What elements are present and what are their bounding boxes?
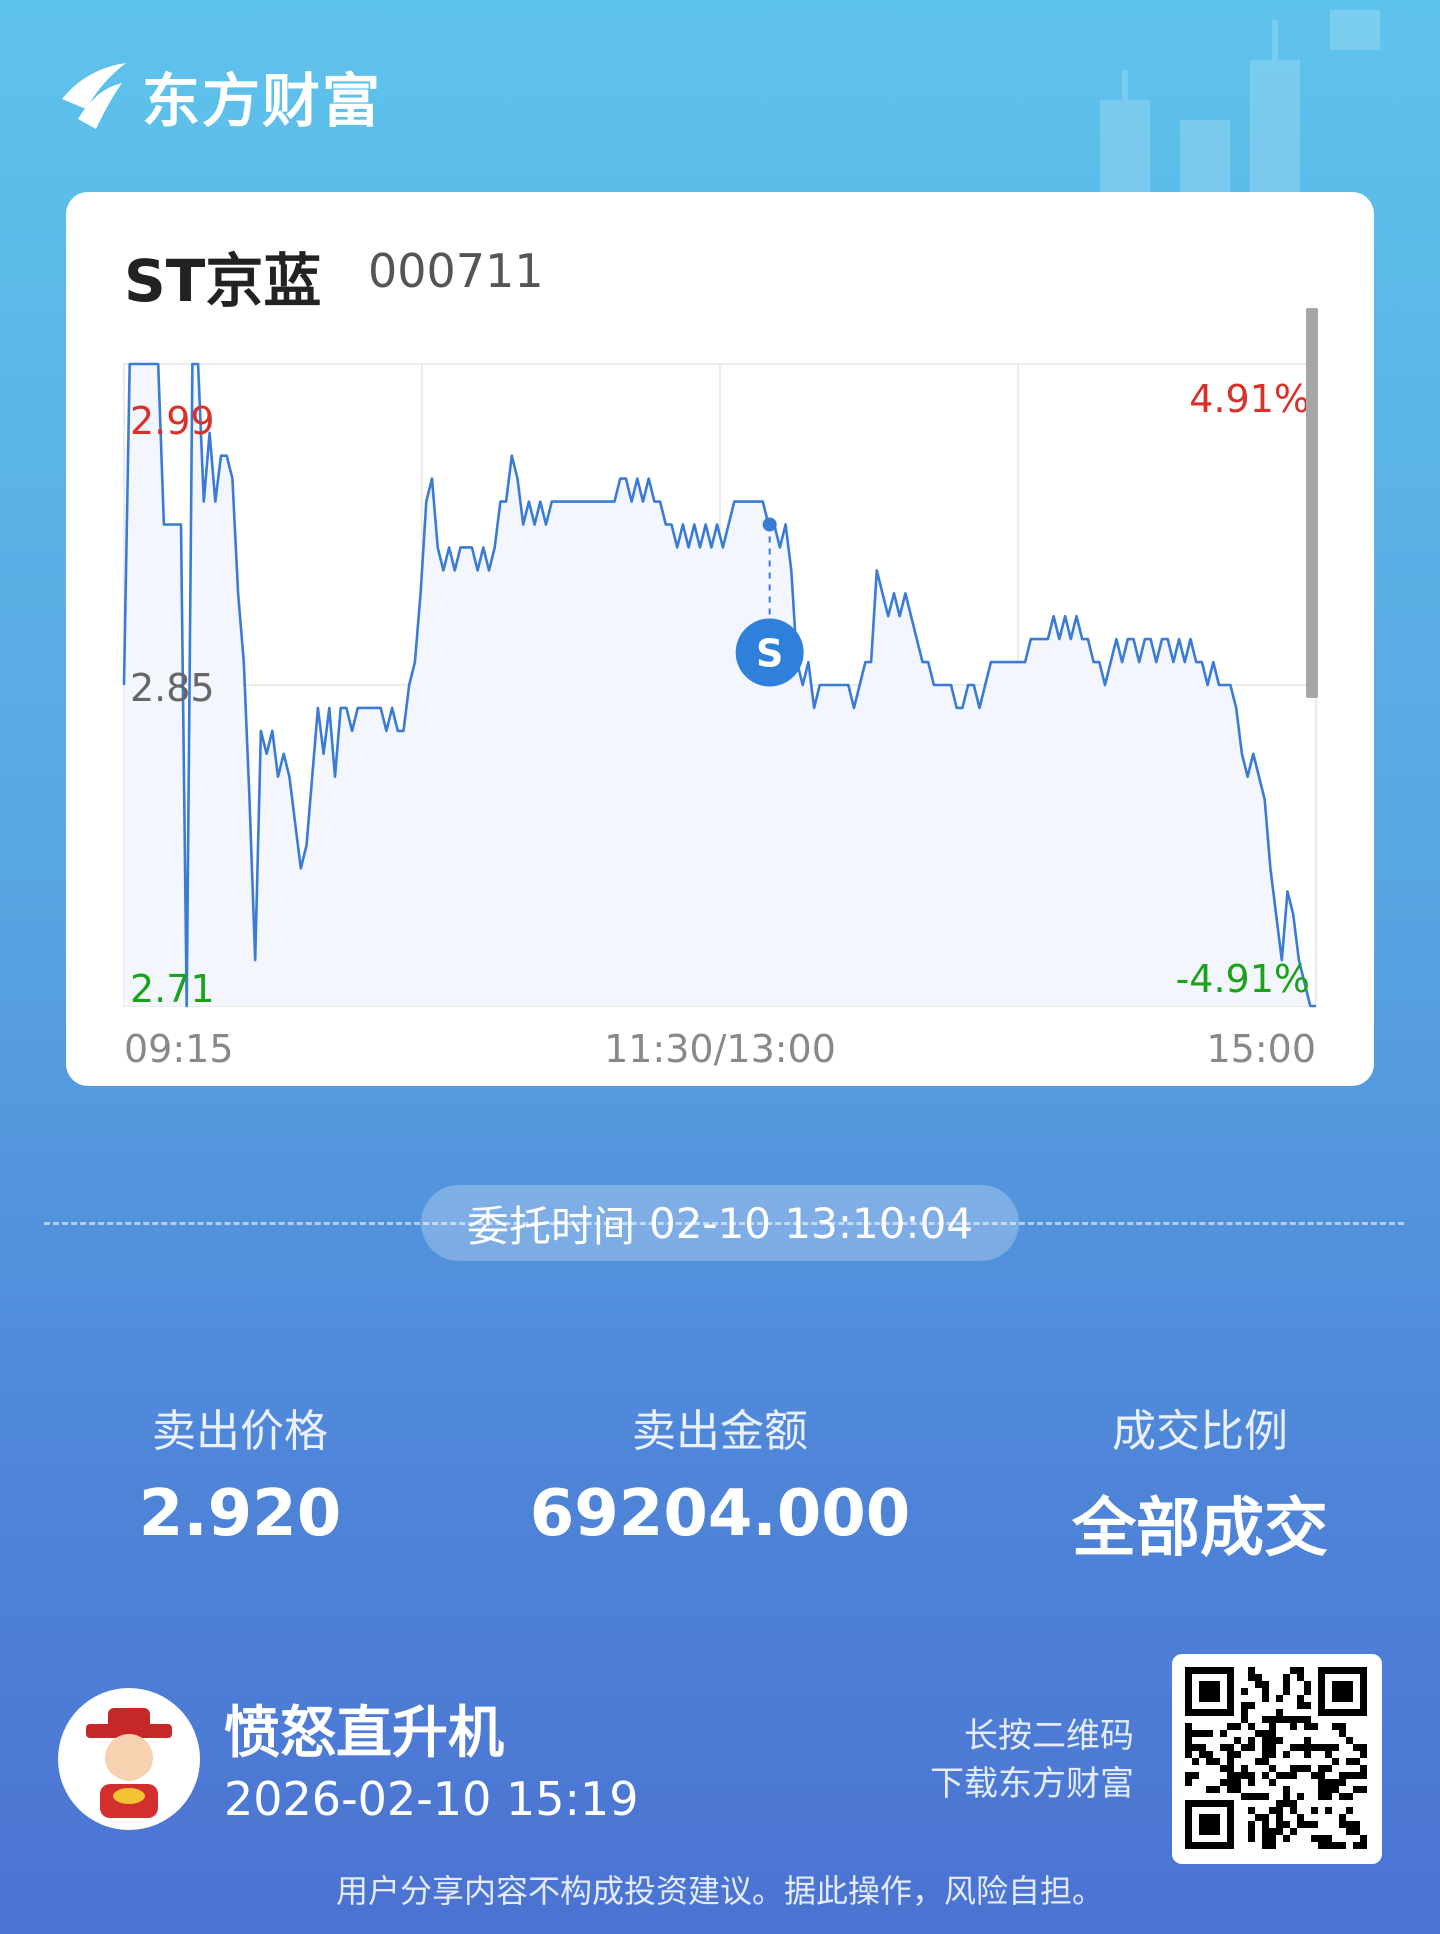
stat-value: 2.920 — [138, 1477, 342, 1551]
eastmoney-logo-icon — [62, 63, 126, 129]
qr-tip-line2: 下载东方财富 — [930, 1764, 1134, 1804]
x-tick-label: 15:00 — [1206, 1027, 1316, 1071]
stat-sell-amount: 卖出金额 69204.000 — [520, 1395, 920, 1551]
stat-value: 全部成交 — [1072, 1492, 1328, 1566]
disclaimer: 用户分享内容不构成投资建议。据此操作，风险自担。 — [335, 1872, 1104, 1910]
y-right-tick-label: -4.91% — [1176, 957, 1310, 1001]
stat-fill-ratio: 成交比例 全部成交 — [1040, 1395, 1360, 1569]
share-datetime: 2026-02-10 15:19 — [224, 1772, 639, 1826]
order-time-pill: 委托时间 02-10 13:10:04 — [421, 1185, 1019, 1261]
x-tick-label: 09:15 — [124, 1027, 234, 1071]
y-tick-label: 2.71 — [130, 967, 215, 1011]
qr-tip: 长按二维码 下载东方财富 — [930, 1712, 1134, 1808]
stat-label: 成交比例 — [1112, 1406, 1288, 1457]
chart-scrollbar — [1306, 308, 1318, 698]
qr-code-icon[interactable] — [1172, 1654, 1382, 1864]
brand-name: 东方财富 — [142, 67, 383, 135]
x-tick-label: 11:30/13:00 — [604, 1027, 836, 1071]
order-time-label: 委托时间 — [466, 1201, 635, 1251]
y-right-tick-label: 4.91% — [1189, 377, 1310, 421]
stock-chart-card: ST京蓝 000711 2.99 2.85 2.71 4.91% -4.91% 09:15… — [66, 192, 1374, 1086]
qr-tip-line1: 长按二维码 — [964, 1716, 1134, 1756]
brand-logo: 东方财富 — [56, 54, 382, 138]
background-candles-decoration — [1100, 10, 1380, 200]
stat-label: 卖出价格 — [152, 1406, 328, 1457]
stat-sell-price: 卖出价格 2.920 — [90, 1395, 390, 1551]
intraday-chart[interactable]: 2.99 2.85 2.71 4.91% -4.91% 09:15 11:30/13:00 1… — [66, 192, 1374, 1086]
y-tick-label: 2.99 — [130, 399, 215, 443]
order-time-value: 02-10 13:10:04 — [648, 1198, 974, 1248]
y-tick-label: 2.85 — [130, 666, 215, 710]
user-name: 愤怒直升机 — [224, 1701, 504, 1766]
stat-value: 69204.000 — [529, 1477, 911, 1551]
sell-marker-label: S — [756, 632, 783, 676]
stat-label: 卖出金额 — [632, 1406, 808, 1457]
fortune-god-avatar-icon[interactable] — [58, 1688, 200, 1830]
